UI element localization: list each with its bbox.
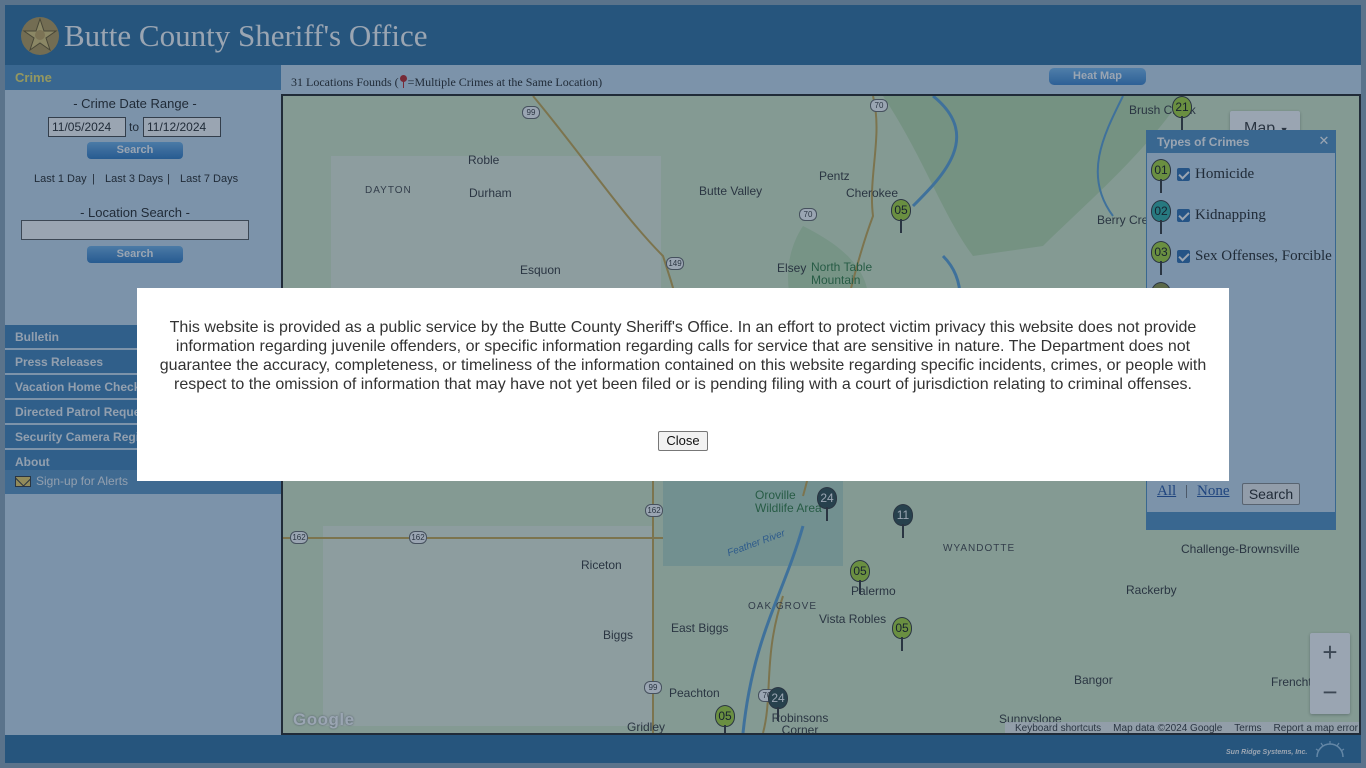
disclaimer-text: This website is provided as a public ser… bbox=[159, 319, 1207, 393]
disclaimer-modal: This website is provided as a public ser… bbox=[137, 288, 1229, 481]
close-button[interactable]: Close bbox=[658, 431, 708, 451]
